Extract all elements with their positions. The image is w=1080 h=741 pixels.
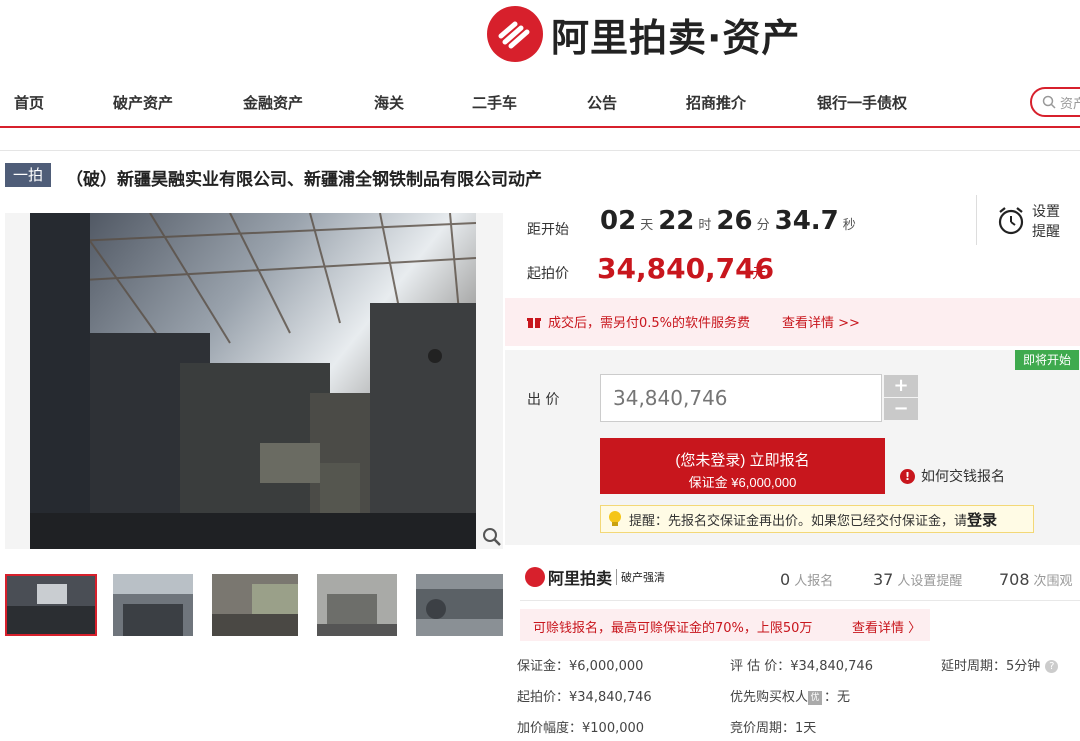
- increment-info: 加价幅度：¥100,000: [517, 721, 645, 736]
- start-price-info: 起拍价：¥34,840,746: [517, 690, 652, 705]
- brand-block: 阿里拍卖 破产强清: [525, 565, 665, 589]
- countdown-seconds: 34.7: [774, 206, 839, 236]
- bid-period-info: 竞价周期：1天: [730, 721, 817, 736]
- search-placeholder: 资产: [1060, 96, 1080, 112]
- reminder-count: 37 人设置提醒: [873, 570, 962, 589]
- deposit-info: 保证金：¥6,000,000: [517, 659, 644, 674]
- start-price-unit: 元: [752, 266, 766, 282]
- reminder-count-number: 37: [873, 570, 894, 589]
- countdown-hours-unit: 时: [698, 218, 712, 233]
- search-input[interactable]: 资产: [1030, 87, 1080, 117]
- how-to-pay-label: 如何交钱报名: [921, 469, 1005, 485]
- extension-info: 延时周期：5分钟?: [941, 655, 1059, 674]
- countdown-label: 距开始: [527, 222, 569, 238]
- thumbnail-5[interactable]: [416, 574, 503, 636]
- divider: [0, 150, 1080, 151]
- start-price-value: 34,840,746: [597, 252, 775, 285]
- thumbnail-1[interactable]: [5, 574, 97, 636]
- signup-count-label: 人报名: [794, 574, 834, 589]
- priority-icon: 优: [808, 690, 823, 705]
- alarm-clock-icon[interactable]: [997, 206, 1025, 240]
- priority-buyer-label: 优先购买权人: [730, 690, 809, 705]
- countdown-seconds-unit: 秒: [842, 218, 856, 233]
- zoom-icon[interactable]: [482, 527, 502, 551]
- priority-buyer-info: 优先购买权人优：无: [730, 686, 850, 705]
- nav-item-customs[interactable]: 海关: [374, 92, 404, 113]
- how-to-pay-link[interactable]: ! 如何交钱报名: [900, 466, 1005, 486]
- thumbnail-3[interactable]: [212, 574, 298, 636]
- help-icon[interactable]: ?: [1045, 660, 1059, 673]
- main-image-viewer[interactable]: [5, 213, 503, 549]
- nav-item-announcements[interactable]: 公告: [587, 92, 617, 113]
- view-count: 708 次围观: [999, 570, 1073, 589]
- nav-item-bank-debt[interactable]: 银行一手债权: [817, 92, 907, 113]
- priority-buyer-value: ：无: [824, 690, 851, 705]
- countdown-minutes-unit: 分: [756, 218, 770, 233]
- credit-details-link[interactable]: 查看详情 〉: [852, 617, 921, 636]
- bid-amount-input[interactable]: [600, 374, 882, 422]
- countdown-days: 02: [600, 206, 637, 236]
- status-badge: 即将开始: [1015, 350, 1079, 370]
- main-nav: 首页 破产资产 金融资产 海关 二手车 公告 招商推介 银行一手债权 资产: [0, 78, 1080, 128]
- factory-photo: [30, 213, 476, 549]
- countdown-minutes: 26: [716, 206, 753, 236]
- countdown-days-unit: 天: [640, 218, 654, 233]
- login-tip-bar: 提醒：先报名交保证金再出价。如果您已经交付保证金，请 登录: [600, 505, 1034, 533]
- signup-button-label: (您未登录) 立即报名: [675, 452, 810, 469]
- logo-text: 阿里拍卖·资产: [551, 15, 801, 60]
- page-title: （破）新疆昊融实业有限公司、新疆浦全钢铁制品有限公司动产: [66, 170, 542, 190]
- search-icon: [1042, 95, 1056, 109]
- view-count-number: 708: [999, 570, 1030, 589]
- lightbulb-icon: [609, 511, 621, 526]
- credit-notice-text: 可赊钱报名，最高可赊保证金的70%，上限50万: [533, 621, 813, 636]
- auction-round-badge: 一拍: [5, 163, 51, 187]
- signup-count: 0 人报名: [780, 570, 833, 589]
- reminder-separator: [976, 195, 977, 245]
- increase-bid-button[interactable]: +: [884, 375, 918, 397]
- logo-mark-icon: [487, 6, 543, 62]
- fee-notice-text: 成交后，需另付0.5%的软件服务费: [548, 316, 751, 331]
- site-logo[interactable]: 阿里拍卖·资产: [487, 6, 800, 62]
- brand-logo-icon: [525, 567, 545, 587]
- nav-item-financial[interactable]: 金融资产: [243, 92, 303, 113]
- view-count-label: 次围观: [1033, 574, 1073, 589]
- nav-item-investment[interactable]: 招商推介: [686, 92, 746, 113]
- divider: [520, 600, 1080, 601]
- signup-count-number: 0: [780, 570, 791, 589]
- bid-label: 出 价: [527, 392, 560, 408]
- info-icon: !: [900, 468, 915, 484]
- login-link[interactable]: 登录: [967, 509, 997, 530]
- appraisal-info: 评 估 价：¥34,840,746: [730, 659, 873, 674]
- countdown-timer: 02 天 22 时 26 分 34.7 秒: [600, 206, 861, 236]
- countdown-hours: 22: [658, 206, 695, 236]
- thumbnail-2[interactable]: [113, 574, 193, 636]
- start-price-label: 起拍价: [527, 266, 569, 282]
- signup-button[interactable]: (您未登录) 立即报名 保证金 ¥6,000,000: [600, 438, 885, 494]
- set-reminder-button[interactable]: 设置 提醒: [1032, 202, 1060, 242]
- nav-item-used-car[interactable]: 二手车: [472, 92, 517, 113]
- tip-text: 提醒：先报名交保证金再出价。如果您已经交付保证金，请: [629, 513, 968, 529]
- brand-subtitle: 破产强清: [616, 569, 665, 585]
- extension-info-text: 延时周期：5分钟: [941, 659, 1041, 674]
- reminder-label-line2: 提醒: [1032, 224, 1060, 240]
- thumbnail-4[interactable]: [317, 574, 397, 636]
- gift-icon: [527, 314, 541, 333]
- nav-item-home[interactable]: 首页: [14, 92, 44, 113]
- decrease-bid-button[interactable]: −: [884, 398, 918, 420]
- brand-name: 阿里拍卖: [548, 569, 613, 588]
- nav-item-bankruptcy[interactable]: 破产资产: [113, 92, 173, 113]
- reminder-count-label: 人设置提醒: [897, 574, 963, 589]
- reminder-label-line1: 设置: [1032, 204, 1060, 220]
- signup-deposit-label: 保证金 ¥6,000,000: [688, 475, 797, 490]
- fee-details-link[interactable]: 查看详情 >>: [782, 312, 860, 331]
